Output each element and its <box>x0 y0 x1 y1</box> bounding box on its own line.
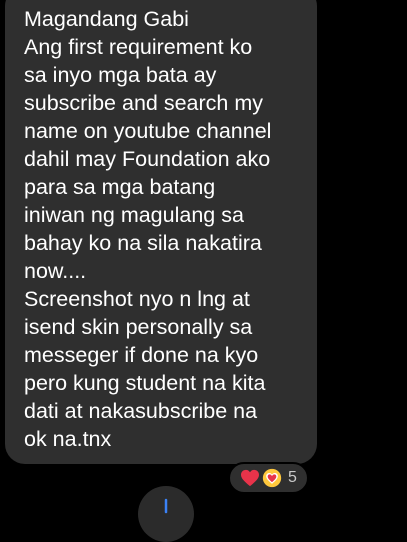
scroll-down-button[interactable] <box>138 486 194 542</box>
heart-icon <box>240 468 260 488</box>
message-text: Magandang Gabi Ang first requirement ko … <box>24 7 272 451</box>
message-bubble[interactable]: Magandang Gabi Ang first requirement ko … <box>5 0 317 464</box>
arrow-down-icon <box>164 498 168 514</box>
heart-face-icon <box>262 468 282 488</box>
reaction-count: 5 <box>288 469 297 486</box>
reactions-summary[interactable]: 5 <box>228 462 309 494</box>
